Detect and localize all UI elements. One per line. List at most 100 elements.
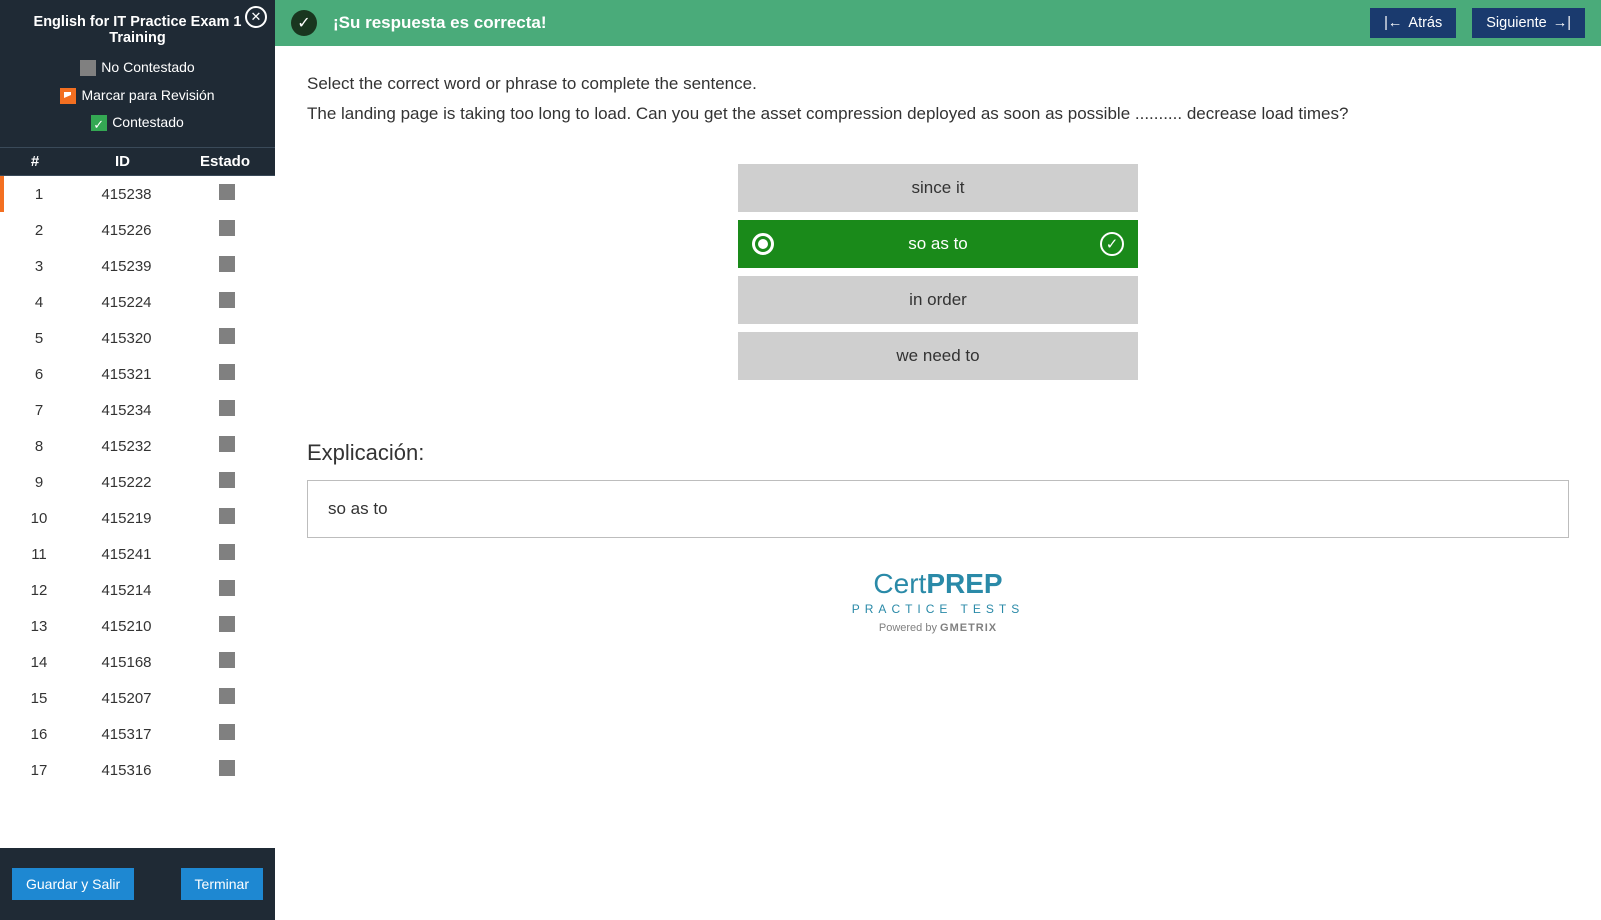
radio-selected-icon: [752, 233, 774, 255]
question-row[interactable]: 5415320: [0, 320, 275, 356]
row-num: 2: [4, 222, 74, 239]
option-text: since it: [912, 178, 965, 198]
row-num: 10: [4, 510, 74, 527]
check-square-icon: [91, 115, 107, 131]
answer-option[interactable]: so as to✓: [738, 220, 1138, 268]
status-icon: [219, 760, 235, 776]
row-id: 415219: [74, 510, 179, 527]
row-status: [179, 328, 275, 348]
explanation-box: so as to: [307, 480, 1569, 538]
row-id: 415239: [74, 258, 179, 275]
check-circle-icon: ✓: [291, 10, 317, 36]
finish-button[interactable]: Terminar: [181, 868, 263, 900]
row-status: [179, 760, 275, 780]
row-status: [179, 364, 275, 384]
row-num: 13: [4, 618, 74, 635]
question-list-header: # ID Estado: [0, 147, 275, 176]
arrow-next-icon: →|: [1553, 15, 1571, 31]
row-status: [179, 508, 275, 528]
row-id: 415320: [74, 330, 179, 347]
status-icon: [219, 184, 235, 200]
question-row[interactable]: 2415226: [0, 212, 275, 248]
close-icon[interactable]: ✕: [245, 6, 267, 28]
logo-area: CertPREP PRACTICE TESTS Powered by GMETR…: [307, 538, 1569, 684]
arrow-back-icon: |←: [1384, 15, 1402, 31]
question-row[interactable]: 3415239: [0, 248, 275, 284]
result-banner: ✓ ¡Su respuesta es correcta! |←Atrás Sig…: [275, 0, 1601, 46]
question-row[interactable]: 1415238: [0, 176, 275, 212]
explanation-title: Explicación:: [307, 440, 1569, 466]
row-status: [179, 184, 275, 204]
status-icon: [219, 436, 235, 452]
status-icon: [219, 400, 235, 416]
status-icon: [219, 328, 235, 344]
legend-no-contestado: No Contestado: [80, 56, 194, 80]
sidebar: ✕ English for IT Practice Exam 1 Trainin…: [0, 0, 275, 920]
answer-option[interactable]: since it: [738, 164, 1138, 212]
row-num: 14: [4, 654, 74, 671]
status-icon: [219, 724, 235, 740]
question-list[interactable]: 1415238241522634152394415224541532064153…: [0, 176, 275, 848]
answer-option[interactable]: we need to: [738, 332, 1138, 380]
main-panel: ✓ ¡Su respuesta es correcta! |←Atrás Sig…: [275, 0, 1601, 920]
save-exit-button[interactable]: Guardar y Salir: [12, 868, 134, 900]
legend: No Contestado Marcar para Revisión Conte…: [0, 56, 275, 147]
row-num: 17: [4, 762, 74, 779]
row-status: [179, 616, 275, 636]
answer-option[interactable]: in order: [738, 276, 1138, 324]
col-id: ID: [70, 153, 175, 170]
question-row[interactable]: 10415219: [0, 500, 275, 536]
question-row[interactable]: 4415224: [0, 284, 275, 320]
question-row[interactable]: 7415234: [0, 392, 275, 428]
check-ring-icon: ✓: [1100, 232, 1124, 256]
content: Select the correct word or phrase to com…: [275, 46, 1601, 712]
row-id: 415317: [74, 726, 179, 743]
col-estado: Estado: [175, 153, 275, 170]
row-id: 415168: [74, 654, 179, 671]
question-row[interactable]: 15415207: [0, 680, 275, 716]
flag-icon: [60, 88, 76, 104]
row-status: [179, 580, 275, 600]
question-row[interactable]: 14415168: [0, 644, 275, 680]
next-button[interactable]: Siguiente→|: [1472, 8, 1585, 38]
row-num: 8: [4, 438, 74, 455]
question-row[interactable]: 9415222: [0, 464, 275, 500]
row-id: 415222: [74, 474, 179, 491]
logo-gmetrix: Powered by GMETRIX: [307, 622, 1569, 634]
question-sentence: The landing page is taking too long to l…: [307, 104, 1569, 124]
option-text: in order: [909, 290, 967, 310]
question-row[interactable]: 17415316: [0, 752, 275, 788]
legend-marcar: Marcar para Revisión: [60, 84, 214, 108]
status-icon: [219, 292, 235, 308]
status-icon: [219, 508, 235, 524]
question-row[interactable]: 6415321: [0, 356, 275, 392]
question-row[interactable]: 11415241: [0, 536, 275, 572]
question-row[interactable]: 8415232: [0, 428, 275, 464]
row-id: 415224: [74, 294, 179, 311]
question-row[interactable]: 12415214: [0, 572, 275, 608]
question-row[interactable]: 16415317: [0, 716, 275, 752]
exam-title: English for IT Practice Exam 1 Training: [0, 0, 275, 56]
answer-options: since it so as to✓ in order we need to: [738, 164, 1138, 380]
row-status: [179, 544, 275, 564]
back-button[interactable]: |←Atrás: [1370, 8, 1456, 38]
row-status: [179, 436, 275, 456]
status-icon: [219, 688, 235, 704]
row-status: [179, 400, 275, 420]
row-id: 415321: [74, 366, 179, 383]
col-num: #: [0, 153, 70, 170]
row-num: 7: [4, 402, 74, 419]
row-id: 415316: [74, 762, 179, 779]
row-id: 415238: [74, 186, 179, 203]
row-status: [179, 292, 275, 312]
row-num: 1: [4, 186, 74, 203]
row-num: 6: [4, 366, 74, 383]
row-status: [179, 652, 275, 672]
sidebar-footer: Guardar y Salir Terminar: [0, 848, 275, 920]
certprep-logo: CertPREP: [307, 568, 1569, 600]
question-row[interactable]: 13415210: [0, 608, 275, 644]
status-icon: [219, 580, 235, 596]
row-id: 415232: [74, 438, 179, 455]
status-icon: [219, 220, 235, 236]
row-num: 3: [4, 258, 74, 275]
